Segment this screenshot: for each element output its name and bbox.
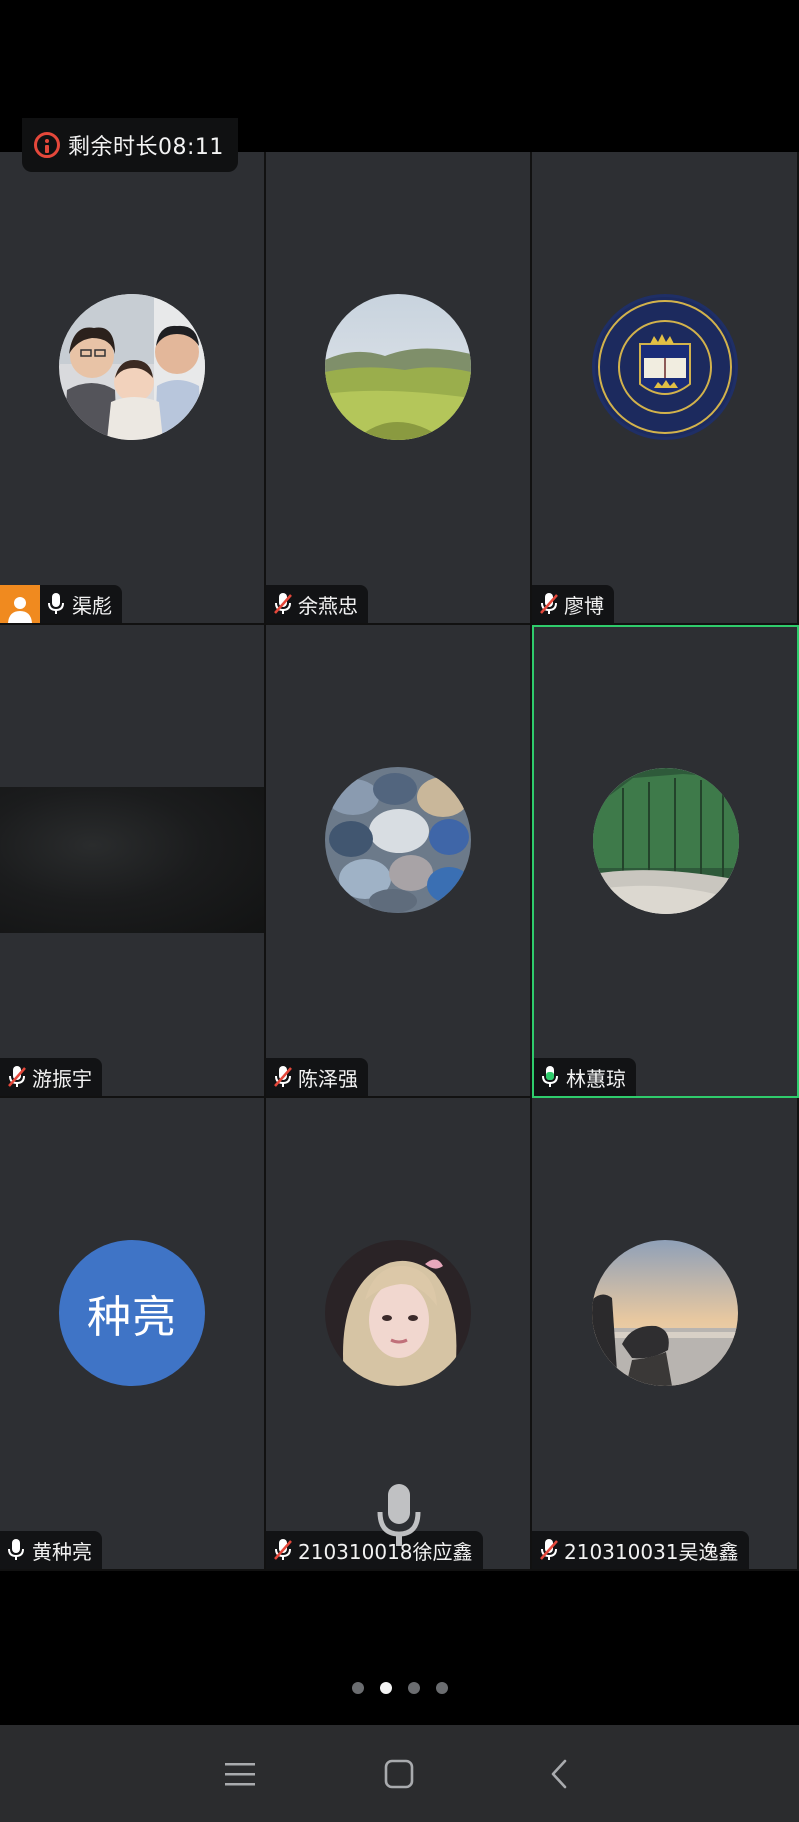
info-icon: [34, 132, 60, 158]
participant-tile[interactable]: 陈泽强: [266, 625, 532, 1098]
participant-name: 陈泽强: [298, 1066, 358, 1091]
participant-name-tag: 渠彪: [0, 585, 122, 623]
participant-avatar: [325, 293, 471, 440]
microphone-muted-icon: [0, 1058, 32, 1096]
participant-name-tag: 廖博: [532, 585, 614, 623]
menu-icon[interactable]: [210, 1744, 270, 1804]
participant-avatar: [59, 293, 205, 440]
microphone-muted-icon: [532, 585, 564, 623]
participant-avatar: [325, 1239, 471, 1386]
page-dot[interactable]: [351, 1682, 364, 1694]
participant-tile-active-speaker[interactable]: 林蕙琼: [532, 625, 799, 1098]
microphone-speaking-icon: [534, 1058, 566, 1096]
participant-name-tag: 陈泽强: [266, 1058, 368, 1096]
participant-tile[interactable]: 渠彪: [0, 152, 266, 625]
participant-name-tag: 黄种亮: [0, 1531, 102, 1569]
participant-avatar: [592, 767, 739, 914]
home-icon[interactable]: [369, 1744, 429, 1804]
participant-name: 210310031吴逸鑫: [564, 1539, 739, 1564]
microphone-muted-icon: [532, 1531, 564, 1569]
page-indicator: [0, 1682, 799, 1694]
participant-tile[interactable]: 游振宇: [0, 625, 266, 1098]
remaining-time-banner: 剩余时长08:11: [22, 118, 238, 172]
speaking-microphone-icon: [374, 1482, 424, 1552]
participant-tile[interactable]: 种亮 黄种亮: [0, 1098, 266, 1571]
microphone-on-icon: [0, 1531, 32, 1569]
system-navigation-bar: [0, 1725, 799, 1822]
participant-name: 游振宇: [32, 1066, 92, 1091]
participant-avatar: [591, 293, 738, 440]
microphone-on-icon: [40, 585, 72, 623]
participant-name: 廖博: [564, 593, 604, 618]
page-dot[interactable]: [407, 1682, 420, 1694]
participant-video-feed: [0, 787, 264, 933]
participant-name-tag: 林蕙琼: [534, 1058, 636, 1096]
participant-text-avatar: 种亮: [59, 1239, 205, 1386]
page-dot[interactable]: [435, 1682, 448, 1694]
participant-tile[interactable]: 余燕忠: [266, 152, 532, 625]
participant-avatar: [325, 766, 471, 913]
participant-name: 黄种亮: [32, 1539, 92, 1564]
participant-grid: 渠彪 余燕忠 廖博 游振宇 陈泽强 林蕙琼 种亮 黄种亮 210310018徐应…: [0, 152, 799, 1572]
remaining-time-label: 剩余时长08:11: [68, 135, 224, 160]
participant-name: 余燕忠: [298, 593, 358, 618]
microphone-muted-icon: [266, 585, 298, 623]
participant-tile[interactable]: 210310031吴逸鑫: [532, 1098, 799, 1571]
page-dot-current[interactable]: [379, 1682, 392, 1694]
participant-name-tag: 游振宇: [0, 1058, 102, 1096]
microphone-muted-icon: [266, 1531, 298, 1569]
host-icon: [0, 585, 40, 623]
participant-name-tag: 余燕忠: [266, 585, 368, 623]
meeting-screen: 剩余时长08:11 渠彪 余燕忠 廖博 游振宇 陈泽强 林蕙琼 种亮 黄种亮 2…: [0, 0, 799, 1822]
participant-name-tag: 210310031吴逸鑫: [532, 1531, 749, 1569]
participant-name: 渠彪: [72, 593, 112, 618]
participant-tile[interactable]: 廖博: [532, 152, 799, 625]
participant-name: 林蕙琼: [566, 1066, 626, 1091]
microphone-muted-icon: [266, 1058, 298, 1096]
back-icon[interactable]: [529, 1744, 589, 1804]
participant-avatar: [591, 1239, 738, 1386]
